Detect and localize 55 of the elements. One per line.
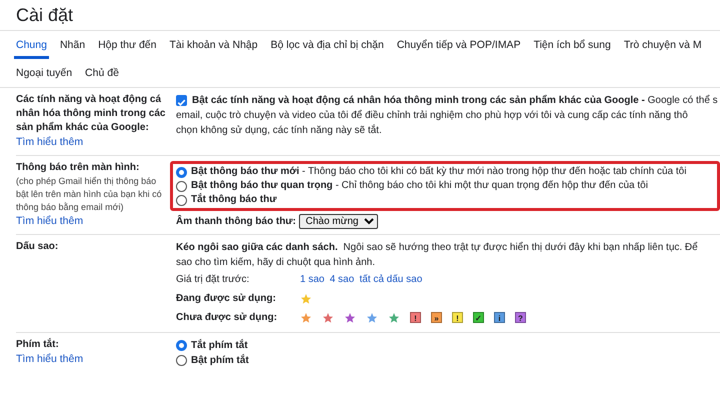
setting-label: Các tính năng và hoạt động cá nhân hóa thông minh trong các sản phẩm khác của Google: (16, 93, 166, 135)
marker-icon[interactable]: ✓ (473, 312, 484, 323)
settings-tab[interactable]: Hộp thư đến (96, 31, 158, 59)
learn-more-link[interactable]: Tìm hiểu thêm (16, 214, 170, 229)
stars-description: Kéo ngôi sao giữa các danh sách. Ngôi sao sẽ hướng theo trật tự được hiển thị dưới đây khi bạn nhấp liên tục. Để (176, 240, 699, 255)
marker-icon[interactable]: ! (410, 312, 421, 323)
setting-hint: (cho phép Gmail hiển thị thông báo bật lên trên màn hình của bạn khi có thông báo bằng email mới) (16, 175, 163, 214)
marker-icon[interactable]: ! (452, 312, 463, 323)
page-title: Cài đặt (0, 0, 720, 31)
sound-select[interactable]: Chào mừng (298, 214, 378, 229)
option-label: Bật phím tắt (191, 353, 249, 368)
in-use-label: Đang được sử dụng: (176, 292, 277, 306)
settings-tab[interactable]: Tiện ích bổ sung (532, 31, 613, 59)
star-icon[interactable] (388, 312, 400, 324)
star-icon[interactable] (300, 312, 312, 324)
radio-button[interactable] (176, 194, 187, 206)
feature-description: Bật các tính năng và hoạt động cá nhân hóa thông minh trong các sản phẩm khác của Google - Google có thể s (192, 94, 718, 108)
learn-more-link[interactable]: Tìm hiểu thêm (16, 135, 170, 150)
settings-tab[interactable]: Trò chuyện và M (622, 31, 704, 59)
star-icon[interactable] (322, 312, 334, 324)
feature-description: chọn không sử dụng, các tính năng này sẽ tắt. (176, 123, 383, 138)
settings-tab[interactable]: Tài khoản và Nhập (167, 31, 260, 59)
marker-icon[interactable]: ? (515, 312, 526, 323)
marker-icon[interactable]: i (494, 312, 505, 323)
settings-tab[interactable]: Chủ đề (83, 59, 121, 87)
settings-tab[interactable]: Chung (14, 31, 49, 59)
settings-tab[interactable]: Nhãn (58, 31, 88, 59)
setting-label: Thông báo trên màn hình: (16, 161, 140, 175)
radio-button[interactable] (176, 180, 187, 192)
settings-tab[interactable]: Chuyển tiếp và POP/IMAP (394, 31, 523, 59)
radio-button[interactable] (176, 355, 187, 366)
star-icon[interactable] (344, 312, 356, 324)
not-in-use-label: Chưa được sử dụng: (176, 311, 278, 325)
preset-link[interactable]: 4 sao (330, 272, 354, 287)
star-icon[interactable] (366, 312, 378, 324)
setting-label: Dấu sao: (16, 240, 60, 254)
option-label: Bật thông báo thư quan trọng - Chỉ thông báo cho tôi khi một thư quan trọng đến hộp thư đến của tôi (191, 179, 648, 193)
radio-button[interactable] (176, 166, 187, 178)
preset-link[interactable]: tất cả dấu sao (359, 272, 422, 287)
sound-label: Âm thanh thông báo thư: (176, 214, 296, 229)
option-label: Tắt phím tắt (191, 338, 248, 353)
preset-link[interactable]: 1 sao (300, 272, 324, 287)
feature-description: email, cuộc trò chuyện và video của tôi để điều chỉnh trải nghiệm cho phù hợp với tôi và cung cấp các tính năng thô (176, 108, 689, 123)
settings-tab[interactable]: Bộ lọc và địa chỉ bị chặn (268, 31, 386, 59)
checkbox[interactable] (176, 95, 187, 106)
marker-icon[interactable]: » (431, 312, 442, 323)
presets-label: Giá trị đặt trước: (176, 273, 250, 287)
settings-tab[interactable]: Ngoại tuyến (14, 59, 74, 87)
star-icon[interactable] (300, 292, 312, 304)
learn-more-link[interactable]: Tìm hiểu thêm (16, 352, 170, 367)
stars-description: sao cho tìm kiếm, hãy di chuột qua hình ảnh. (176, 256, 376, 270)
setting-label: Phím tắt: (16, 338, 60, 352)
option-label: Tắt thông báo thư (191, 193, 277, 207)
option-label: Bật thông báo thư mới - Thông báo cho tôi khi có bất kỳ thư mới nào trong hộp thư đến hoặc tab chính của tôi (191, 165, 686, 179)
radio-button[interactable] (176, 340, 187, 351)
